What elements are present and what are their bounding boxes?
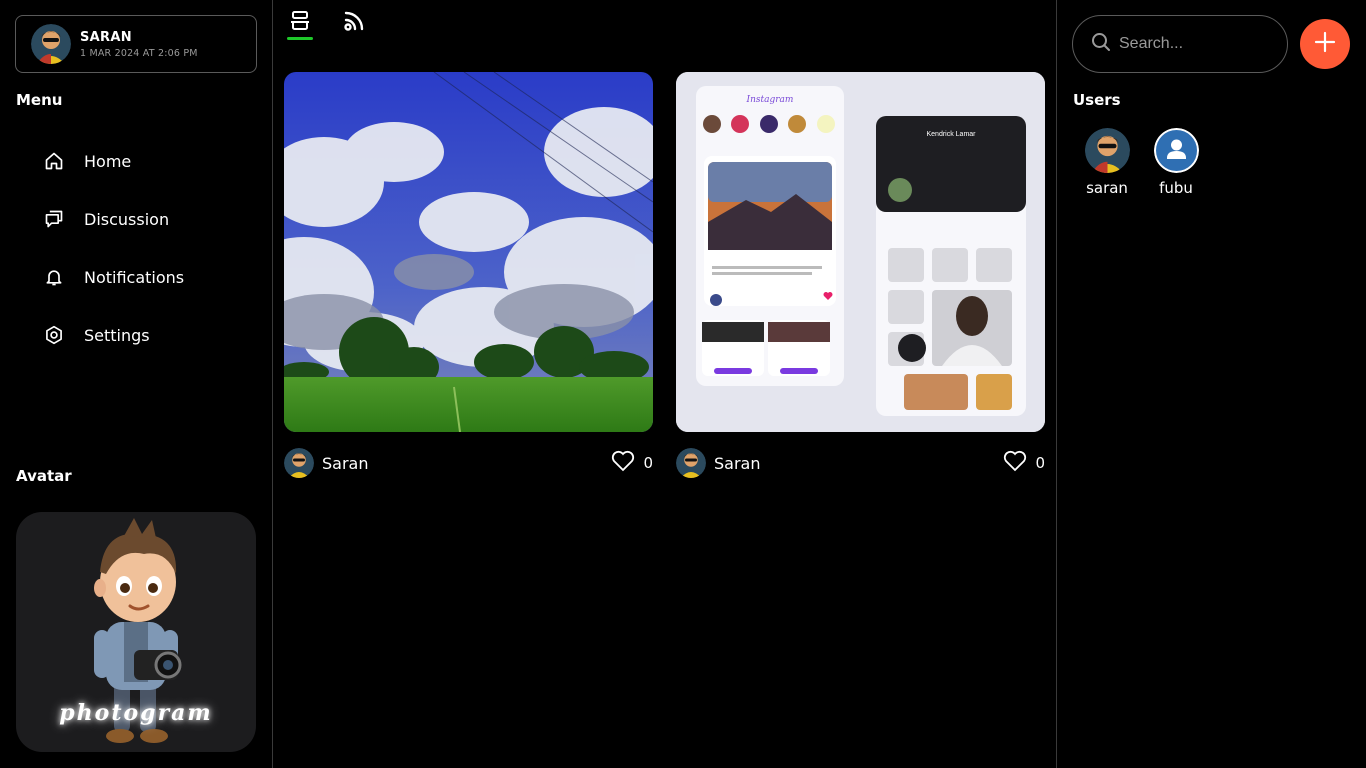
profile-avatar (31, 24, 71, 64)
search-box (1072, 15, 1288, 73)
svg-text:Instagram: Instagram (746, 95, 794, 105)
menu-item-discussion[interactable]: Discussion (42, 198, 242, 240)
default-user-icon (1153, 128, 1199, 173)
user-avatar (1084, 128, 1130, 173)
app-root: SARAN 1 MAR 2024 AT 2:06 PM Menu Home Di… (0, 0, 1366, 768)
settings-icon (42, 323, 66, 347)
profile-date: 1 MAR 2024 AT 2:06 PM (80, 47, 198, 59)
right-sidebar: Users saran (1057, 0, 1366, 768)
post-author-name[interactable]: Saran (322, 454, 611, 473)
like-count: 0 (1035, 454, 1045, 472)
post-author-avatar[interactable] (676, 448, 706, 478)
feed-icon (290, 10, 310, 40)
profile-name: SARAN (80, 29, 132, 45)
svg-text:Kendrick Lamar: Kendrick Lamar (926, 131, 976, 138)
search-icon (1091, 32, 1111, 56)
post-author-name[interactable]: Saran (714, 454, 1003, 473)
tab-feed[interactable] (287, 10, 313, 40)
post-image[interactable] (284, 72, 653, 432)
post-image[interactable]: Instagram Kendrick Lamar (676, 72, 1045, 432)
menu-item-notifications[interactable]: Notifications (42, 256, 242, 298)
menu-item-home[interactable]: Home (42, 140, 242, 182)
menu-label-notifications: Notifications (84, 267, 185, 287)
add-post-button[interactable] (1300, 19, 1350, 69)
left-sidebar: SARAN 1 MAR 2024 AT 2:06 PM Menu Home Di… (0, 0, 273, 768)
user-name: saran (1086, 179, 1128, 197)
main-menu: Home Discussion Notifications Settings (42, 140, 242, 372)
rss-icon (343, 10, 365, 40)
avatar-title: Avatar (16, 467, 72, 485)
user-name: fubu (1159, 179, 1193, 197)
like-button[interactable]: 0 (611, 450, 653, 476)
menu-item-settings[interactable]: Settings (42, 314, 242, 356)
avatar-card: photogram (16, 512, 256, 752)
users-title: Users (1073, 91, 1121, 109)
like-count: 0 (643, 454, 653, 472)
like-button[interactable]: 0 (1003, 450, 1045, 476)
profile-card[interactable]: SARAN 1 MAR 2024 AT 2:06 PM (15, 15, 257, 73)
plus-icon (1314, 31, 1336, 57)
search-input[interactable] (1119, 35, 1279, 53)
post-card: Saran 0 (284, 72, 653, 478)
chat-icon (42, 207, 66, 231)
bell-icon (42, 265, 66, 289)
user-item-fubu[interactable]: fubu (1141, 128, 1211, 197)
feed: Saran 0 Instagram Kendrick Lamar Saran 0 (273, 0, 1057, 768)
heart-icon (1003, 450, 1027, 476)
brand-logo-text: photogram (59, 700, 213, 726)
user-item-saran[interactable]: saran (1072, 128, 1142, 197)
tab-rss[interactable] (341, 10, 367, 40)
menu-title: Menu (16, 91, 63, 109)
post-footer: Saran 0 (676, 448, 1045, 478)
menu-label-settings: Settings (84, 325, 150, 345)
heart-icon (611, 450, 635, 476)
post-footer: Saran 0 (284, 448, 653, 478)
post-author-avatar[interactable] (284, 448, 314, 478)
post-card: Instagram Kendrick Lamar Saran 0 (676, 72, 1045, 478)
menu-label-discussion: Discussion (84, 209, 170, 229)
menu-label-home: Home (84, 151, 132, 171)
home-icon (42, 149, 66, 173)
